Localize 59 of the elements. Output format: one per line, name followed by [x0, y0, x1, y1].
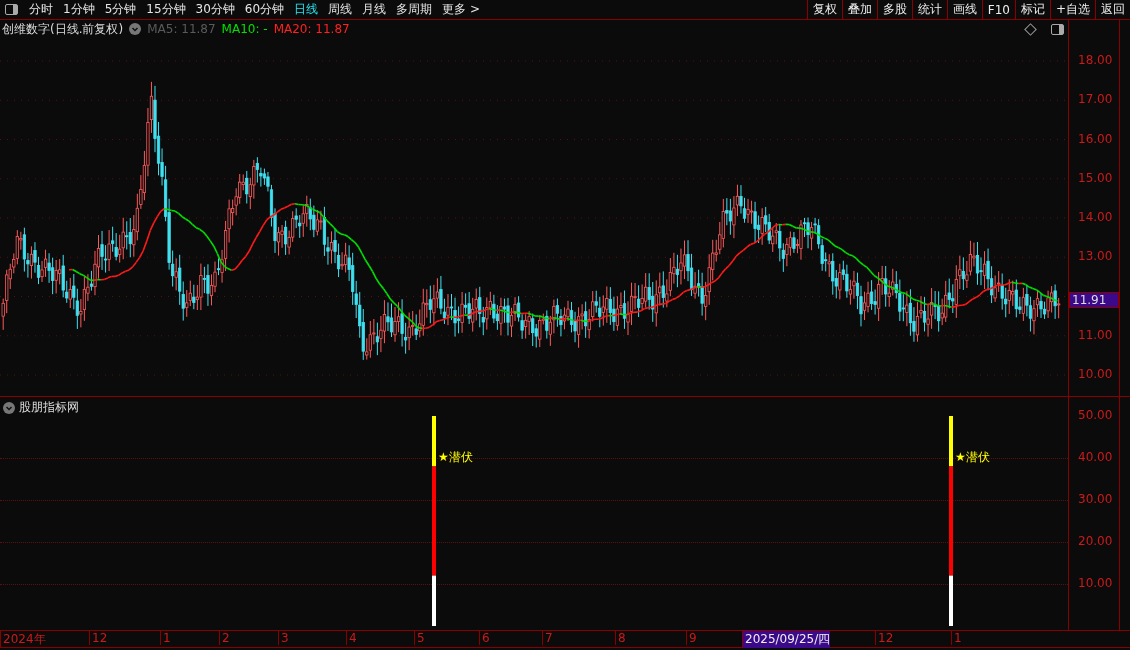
- period-tab[interactable]: 5分钟: [99, 0, 142, 19]
- toolbar-button[interactable]: +自选: [1049, 0, 1095, 19]
- indicator-title: 股朋指标网: [19, 399, 79, 416]
- more-button[interactable]: 更多 >: [437, 0, 485, 19]
- toolbar-button[interactable]: 返回: [1095, 0, 1130, 19]
- date-label: 12: [89, 631, 108, 645]
- price-tick: 18.00: [1078, 53, 1113, 67]
- date-label: 12: [875, 631, 894, 645]
- signal-label: ★潜伏: [438, 449, 473, 466]
- toolbar-button[interactable]: 叠加: [841, 0, 877, 19]
- period-tab[interactable]: 分时: [24, 0, 58, 19]
- dropdown-icon[interactable]: [3, 401, 15, 414]
- period-tab[interactable]: 周线: [323, 0, 358, 19]
- date-label: 8: [615, 631, 626, 645]
- date-label: 7: [542, 631, 553, 645]
- toolbar-button[interactable]: F10: [981, 0, 1015, 19]
- indicator-tick: 10.00: [1078, 576, 1113, 590]
- ma-legend: MA10: -: [221, 22, 268, 36]
- toolbar-button[interactable]: 标记: [1014, 0, 1050, 19]
- toolbar-button[interactable]: 画线: [946, 0, 982, 19]
- toolbar-button[interactable]: 复权: [806, 0, 842, 19]
- current-price-label: 11.91: [1069, 292, 1119, 309]
- date-label: 5: [414, 631, 425, 645]
- panel-toggle-icon[interactable]: [1051, 23, 1064, 35]
- price-tick: 11.00: [1078, 327, 1113, 342]
- date-label: 2024年: [0, 631, 46, 648]
- ma-legend: MA5: 11.87: [147, 22, 216, 36]
- toolbar-button[interactable]: 统计: [911, 0, 947, 19]
- panel-toggle-icon[interactable]: [5, 4, 18, 15]
- date-label: 2025/09/25/四: [742, 631, 831, 648]
- date-label: 6: [479, 631, 490, 645]
- period-tab[interactable]: 月线: [357, 0, 392, 19]
- signal-label: ★潜伏: [955, 449, 990, 466]
- period-tab[interactable]: 30分钟: [190, 0, 240, 19]
- indicator-tick: 30.00: [1078, 492, 1113, 506]
- price-tick: 13.00: [1078, 249, 1113, 264]
- price-tick: 17.00: [1078, 92, 1113, 107]
- period-tab[interactable]: 日线: [289, 0, 324, 19]
- toolbar-button[interactable]: 多股: [876, 0, 912, 19]
- indicator-tick: 50.00: [1078, 408, 1113, 422]
- ma-legend: MA20: 11.87: [273, 22, 350, 36]
- date-label: 2: [219, 631, 230, 645]
- dropdown-icon[interactable]: [129, 23, 142, 35]
- date-label: 9: [686, 631, 697, 645]
- period-tab[interactable]: 1分钟: [58, 0, 100, 19]
- period-tab[interactable]: 15分钟: [141, 0, 191, 19]
- stock-title: 创维数字(日线.前复权): [2, 20, 124, 38]
- date-label: 1: [160, 631, 171, 645]
- date-label: 4: [346, 631, 357, 645]
- period-tab[interactable]: 多周期: [391, 0, 438, 19]
- price-tick: 15.00: [1078, 170, 1113, 185]
- indicator-tick: 20.00: [1078, 534, 1113, 548]
- indicator-tick: 40.00: [1078, 450, 1113, 464]
- price-tick: 14.00: [1078, 210, 1113, 224]
- date-label: 1: [951, 631, 962, 645]
- price-tick: 16.00: [1078, 131, 1113, 146]
- date-label: 3: [278, 631, 289, 645]
- period-tab[interactable]: 60分钟: [239, 0, 290, 19]
- price-tick: 10.00: [1078, 367, 1113, 381]
